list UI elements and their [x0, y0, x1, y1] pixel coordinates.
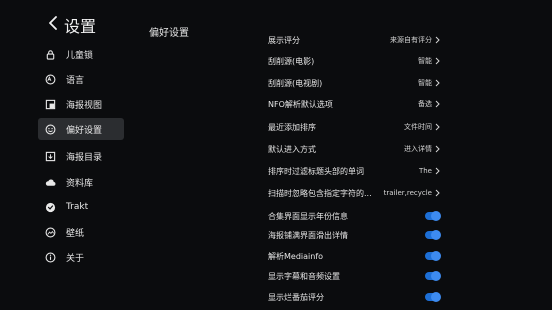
setting-label: NFO解析默认选项	[268, 99, 333, 109]
setting-label: 显示字幕和音频设置	[268, 271, 340, 281]
sidebar-item-label: 壁纸	[66, 228, 85, 239]
chevron-left-icon	[49, 16, 57, 30]
setting-parse-mediainfo[interactable]: 解析Mediainfo	[268, 248, 442, 264]
setting-label: 解析Mediainfo	[268, 251, 324, 261]
chevron-right-icon	[435, 167, 442, 175]
poster-view-icon	[44, 98, 56, 110]
poster-directory-icon	[44, 150, 56, 162]
toggle-switch[interactable]	[425, 251, 441, 261]
setting-label: 最近添加排序	[268, 122, 316, 132]
sidebar-item-language[interactable]: 语言	[38, 68, 124, 90]
sidebar-item-label: 资料库	[66, 178, 94, 189]
info-icon	[44, 251, 56, 263]
setting-scraper-tv[interactable]: 刮削源(电视剧) 智能	[268, 75, 442, 91]
setting-value: 进入详情	[404, 145, 432, 153]
setting-label: 扫描时忽略包含指定字符的...	[268, 188, 372, 198]
toggle-knob	[431, 251, 441, 261]
setting-label: 默认进入方式	[268, 144, 316, 154]
toggle-switch[interactable]	[425, 292, 441, 302]
section-title: 偏好设置	[149, 28, 189, 39]
toggle-switch[interactable]	[425, 230, 441, 240]
chevron-right-icon	[435, 145, 442, 153]
setting-label: 合集界面显示年份信息	[268, 211, 348, 221]
sidebar-item-label: 儿童锁	[66, 50, 94, 61]
setting-value: 智能	[418, 57, 432, 65]
setting-collection-year[interactable]: 合集界面显示年份信息	[268, 208, 442, 224]
setting-sort-filter-words[interactable]: 排序时过滤标题头部的单词 The	[268, 163, 442, 179]
language-icon	[44, 73, 56, 85]
setting-recent-sort[interactable]: 最近添加排序 文件时间	[268, 119, 442, 135]
toggle-knob	[431, 211, 441, 221]
chevron-right-icon	[435, 100, 442, 108]
setting-label: 排序时过滤标题头部的单词	[268, 166, 364, 176]
cloud-icon	[44, 176, 56, 188]
toggle-knob	[431, 230, 441, 240]
setting-scan-ignore[interactable]: 扫描时忽略包含指定字符的... trailer,recycle	[268, 185, 442, 201]
sidebar-item-library[interactable]: 资料库	[38, 171, 124, 193]
setting-value: 备选	[418, 100, 432, 108]
setting-label: 刮削源(电视剧)	[268, 78, 323, 88]
setting-value: 智能	[418, 79, 432, 87]
sidebar-item-preferences[interactable]: 偏好设置	[38, 118, 124, 140]
sidebar-item-trakt[interactable]: Trakt	[38, 196, 124, 218]
toggle-switch[interactable]	[425, 211, 441, 221]
sidebar-item-label: 海报目录	[66, 152, 103, 163]
sidebar-item-about[interactable]: 关于	[38, 246, 124, 268]
setting-scraper-movie[interactable]: 刮削源(电影) 智能	[268, 53, 442, 69]
setting-nfo-default[interactable]: NFO解析默认选项 备选	[268, 96, 442, 112]
setting-label: 显示烂番茄评分	[268, 292, 324, 302]
chevron-right-icon	[435, 57, 442, 65]
setting-value: 来源自有评分	[390, 36, 432, 44]
sidebar-item-label: 语言	[66, 75, 85, 86]
setting-label: 海报铺满界面滑出详情	[268, 230, 348, 240]
smiley-icon	[44, 123, 56, 135]
toggle-knob	[431, 292, 441, 302]
sidebar: 设置 儿童锁 语言 海报视图 偏好设置 海报目录 资料库 Trakt 壁纸 关于	[0, 0, 140, 310]
page-title: 设置	[64, 17, 97, 36]
sidebar-item-label: 海报视图	[66, 100, 103, 111]
toggle-knob	[431, 271, 441, 281]
sidebar-item-label: 关于	[66, 253, 85, 264]
sidebar-item-poster-view[interactable]: 海报视图	[38, 93, 124, 115]
back-button[interactable]	[44, 14, 62, 32]
chevron-right-icon	[435, 123, 442, 131]
sidebar-item-label: 偏好设置	[66, 125, 103, 136]
lock-icon	[44, 48, 56, 60]
sidebar-item-poster-directory[interactable]: 海报目录	[38, 145, 124, 167]
setting-label: 展示评分	[268, 35, 300, 45]
setting-rotten-tomatoes[interactable]: 显示烂番茄评分	[268, 289, 442, 305]
chevron-right-icon	[435, 36, 442, 44]
sidebar-item-child-lock[interactable]: 儿童锁	[38, 43, 124, 65]
chevron-right-icon	[435, 189, 442, 197]
toggle-switch[interactable]	[425, 271, 441, 281]
setting-poster-slide-details[interactable]: 海报铺满界面滑出详情	[268, 227, 442, 243]
sidebar-item-label: Trakt	[66, 202, 89, 212]
chevron-right-icon	[435, 79, 442, 87]
setting-value: trailer,recycle	[383, 189, 432, 197]
setting-subtitle-audio[interactable]: 显示字幕和音频设置	[268, 268, 442, 284]
setting-value: The	[418, 167, 432, 175]
setting-label: 刮削源(电影)	[268, 56, 315, 66]
wallpaper-icon	[44, 226, 56, 238]
setting-default-entry[interactable]: 默认进入方式 进入详情	[268, 141, 442, 157]
trakt-icon	[44, 201, 56, 213]
sidebar-item-wallpaper[interactable]: 壁纸	[38, 221, 124, 243]
setting-value: 文件时间	[404, 123, 432, 131]
setting-show-rating[interactable]: 展示评分 来源自有评分	[268, 32, 442, 48]
